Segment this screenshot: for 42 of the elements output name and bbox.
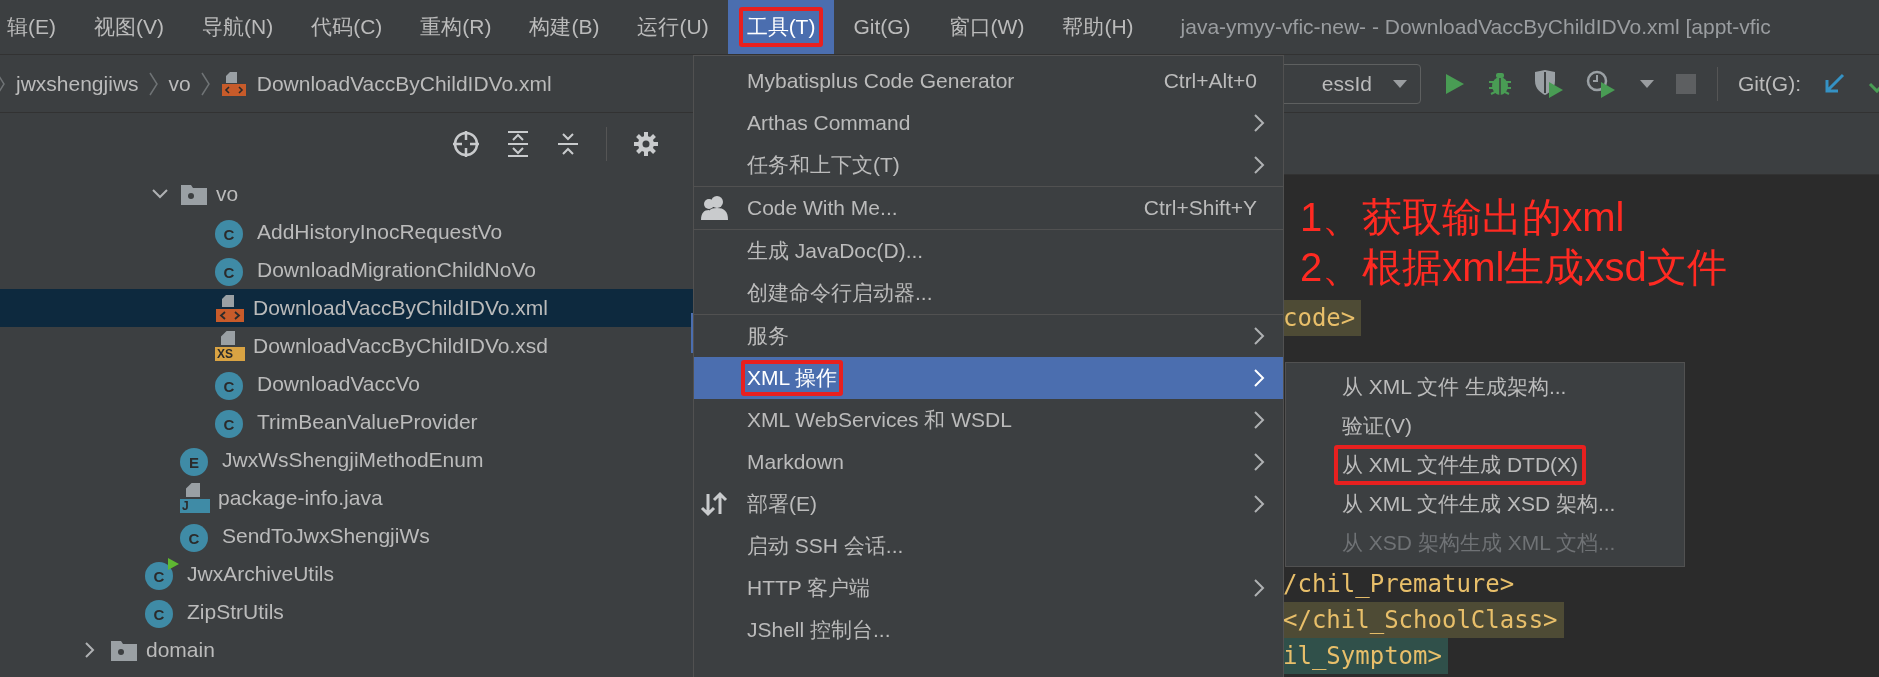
menu-item[interactable]: 运行(U) xyxy=(618,0,728,54)
breadcrumb-item[interactable]: DownloadVaccByChildIDVo.xml xyxy=(256,71,552,96)
menu-item[interactable]: 从 XML 文件 生成架构... xyxy=(1286,367,1684,406)
shortcut-text: Ctrl+Alt+0 xyxy=(1163,69,1258,93)
annotation-text: 2、根据xml生成xsd文件 xyxy=(1300,244,1727,291)
locate-icon[interactable] xyxy=(452,130,480,158)
menu-item[interactable]: Code With Me... Ctrl+Shift+Y xyxy=(694,187,1283,229)
shield-run-icon[interactable] xyxy=(1533,68,1565,99)
menu-item[interactable]: 验证(V) xyxy=(1286,406,1684,445)
menu-item[interactable]: 代码(C) xyxy=(292,0,402,54)
caret-icon[interactable] xyxy=(1639,78,1655,89)
annotation-text: 1、获取输出的xml xyxy=(1300,194,1626,241)
folder-icon xyxy=(110,638,138,662)
menu-item[interactable]: 工具(T) xyxy=(727,0,835,54)
folder-icon xyxy=(180,182,208,206)
menu-item[interactable]: 重构(R) xyxy=(401,0,511,54)
people-icon xyxy=(700,195,730,221)
menu-item[interactable]: 构建(B) xyxy=(510,0,619,54)
expand-all-icon[interactable] xyxy=(506,130,530,158)
menu-item[interactable]: Arthas Command xyxy=(694,102,1283,144)
menu-item[interactable]: XML 操作 xyxy=(694,357,1283,399)
menu-item[interactable]: 视图(V) xyxy=(75,0,183,54)
bug-icon[interactable] xyxy=(1487,70,1513,97)
chevron-icon xyxy=(148,70,159,97)
up-down-arrows-icon xyxy=(700,491,728,517)
settings-icon[interactable] xyxy=(633,131,659,157)
breadcrumb-item[interactable]: jwxshengjiws xyxy=(16,71,139,96)
shortcut-text: Ctrl+Shift+Y xyxy=(1143,196,1258,220)
xml-file-icon xyxy=(215,293,245,323)
menu-item[interactable]: 帮助(H) xyxy=(1043,0,1153,54)
xml-file-icon xyxy=(220,70,247,97)
code-line: /chil_Premature> xyxy=(1283,569,1516,600)
breadcrumb-item[interactable]: vo xyxy=(168,71,191,96)
caret-icon xyxy=(1392,78,1408,89)
chevron-icon xyxy=(200,70,211,97)
menu-item[interactable]: 辑(E) xyxy=(0,0,75,54)
window-title: java-ymyy-vfic-new- - DownloadVaccByChildIDVo.xml [appt-vfic xyxy=(1180,14,1771,40)
menu-item[interactable]: 导航(N) xyxy=(183,0,293,54)
git-label: Git(G): xyxy=(1738,71,1801,96)
menu-item[interactable]: 窗口(W) xyxy=(929,0,1044,54)
menu-item[interactable]: 从 XML 文件生成 XSD 架构... xyxy=(1286,484,1684,523)
menu-item[interactable]: Git(G) xyxy=(834,0,930,54)
